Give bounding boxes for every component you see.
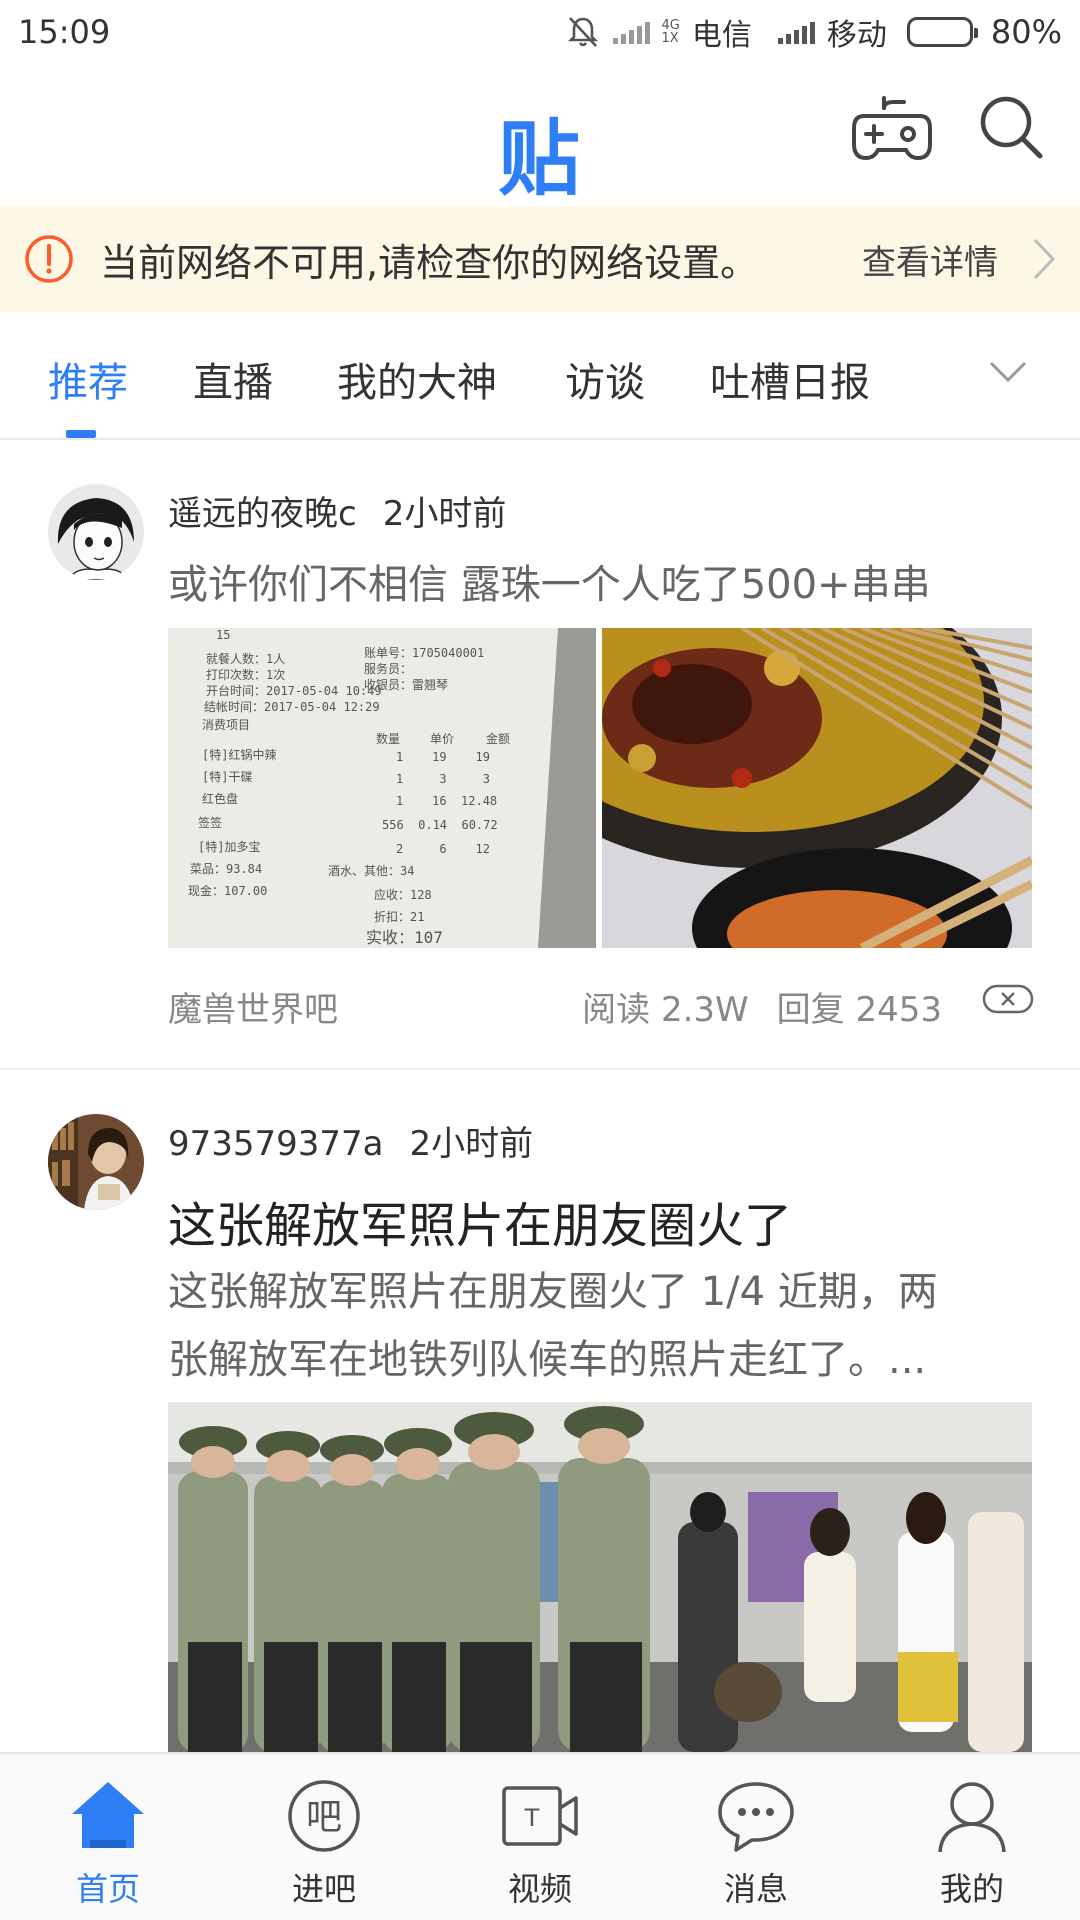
status-time: 15:09: [18, 13, 111, 51]
battery-icon: [906, 17, 978, 47]
receipt-line: 红色盘: [202, 792, 239, 806]
post-image-receipt[interactable]: 15 就餐人数：1人 账单号：1705040001 打印次数：1次 服务员： 收…: [168, 628, 596, 948]
receipt-line: 酒水、其他：34: [328, 864, 415, 878]
author-name[interactable]: 973579377a: [168, 1124, 384, 1164]
receipt-line: 实收：107: [366, 928, 443, 947]
receipt-line: 15: [216, 628, 231, 642]
status-indicators: 4G 1X 电信 移动 80%: [565, 10, 1062, 54]
receipt-line: [特]红锅中辣: [202, 748, 277, 762]
receipt-line: 现金：107.00: [188, 884, 268, 898]
tab-my-masters[interactable]: 我的大神: [337, 350, 497, 408]
signal-strength-2-icon: [777, 20, 815, 44]
receipt-line: 结帐时间：2017-05-04 12:29: [204, 700, 380, 714]
forum-name[interactable]: 魔兽世界吧: [168, 982, 338, 1031]
post-image-hotpot[interactable]: [602, 628, 1032, 948]
signal-strength-1-icon: [612, 20, 650, 44]
message-icon: [718, 1782, 794, 1852]
status-bar: 15:09 4G 1X 电信 移动 80%: [0, 0, 1080, 64]
post-stats: 阅读 2.3W 回复 2453: [582, 982, 942, 1031]
network-warning-message: 当前网络不可用,请检查你的网络设置。: [100, 240, 759, 285]
tab-rant-daily[interactable]: 吐槽日报: [710, 350, 870, 408]
receipt-line: 数量: [376, 732, 401, 746]
receipt-line: 1 19 19: [396, 750, 490, 764]
read-count: 阅读 2.3W: [582, 990, 749, 1030]
tieba-home-screen: 15:09 4G 1X 电信 移动 80% 贴 当前网络不可用,请检查你的网络设…: [0, 0, 1080, 1920]
nav-label: 我的: [939, 1870, 1004, 1908]
post-title[interactable]: 这张解放军照片在朋友圈火了: [168, 1186, 792, 1256]
author-name[interactable]: 遥远的夜晚c: [168, 494, 357, 534]
avatar[interactable]: [48, 484, 144, 580]
post-card[interactable]: 遥远的夜晚c 2小时前 或许你们不相信 露珠一个人吃了500+串串 15 就餐人数…: [0, 440, 1080, 1068]
receipt-line: [特]加多宝: [198, 840, 261, 854]
tab-interview[interactable]: 访谈: [565, 350, 645, 408]
receipt-line: 开台时间：2017-05-04 10:49: [206, 684, 382, 698]
nav-label: 首页: [75, 1870, 140, 1908]
post-meta: 遥远的夜晚c 2小时前: [168, 486, 506, 535]
receipt-line: 1 16 12.48: [396, 794, 498, 808]
post-title[interactable]: 或许你们不相信 露珠一个人吃了500+串串: [168, 552, 931, 610]
chevron-down-icon[interactable]: [988, 360, 1028, 384]
search-icon[interactable]: [978, 94, 1044, 160]
bottom-navigation: 首页 吧 进吧 T 视频 消息 我的: [0, 1752, 1080, 1920]
abstract-line: 张解放军在地铁列队候车的照片走红了。...: [168, 1337, 927, 1383]
category-tabs: 推荐 直播 我的大神 访谈 吐槽日报: [0, 312, 1080, 440]
video-icon: T: [502, 1786, 578, 1846]
receipt-line: 金额: [486, 732, 511, 746]
nav-video[interactable]: T 视频: [432, 1754, 648, 1920]
active-tab-indicator: [66, 430, 96, 438]
receipt-line: 2 6 12: [396, 842, 490, 856]
chevron-right-icon: [1033, 238, 1056, 280]
nav-label: 视频: [507, 1870, 572, 1908]
receipt-line: 单价: [430, 732, 455, 746]
post-time: 2小时前: [409, 1124, 534, 1164]
warning-icon: [25, 235, 73, 283]
nav-enter-forum[interactable]: 吧 进吧: [216, 1754, 432, 1920]
receipt-line: 556 0.14 60.72: [382, 818, 498, 832]
receipt-line: 消费项目: [202, 718, 251, 732]
post-image-soldiers[interactable]: [168, 1402, 1032, 1752]
post-meta: 973579377a 2小时前: [168, 1116, 533, 1165]
avatar[interactable]: [48, 1114, 144, 1210]
nav-label: 消息: [723, 1870, 788, 1908]
nav-profile[interactable]: 我的: [864, 1754, 1080, 1920]
gamepad-icon[interactable]: [850, 94, 934, 164]
view-details-link[interactable]: 查看详情: [862, 235, 998, 284]
receipt-line: 菜品：93.84: [190, 862, 263, 876]
video-glyph: T: [524, 1804, 540, 1832]
app-header: 贴: [0, 64, 1080, 207]
abstract-line: 这张解放军照片在朋友圈火了 1/4 近期，两: [168, 1269, 938, 1315]
carrier-2-name: 移动: [826, 18, 887, 53]
carrier-1-name: 电信: [691, 18, 752, 53]
post-time: 2小时前: [382, 494, 507, 534]
receipt-line: 打印次数：1次: [206, 668, 286, 682]
receipt-line: 签签: [198, 816, 223, 830]
enter-forum-icon: 吧: [288, 1780, 360, 1852]
receipt-line: 账单号：1705040001: [364, 646, 485, 660]
post-abstract[interactable]: 这张解放军照片在朋友圈火了 1/4 近期，两 张解放军在地铁列队候车的照片走红了…: [168, 1258, 1028, 1394]
receipt-line: [特]干碟: [202, 770, 253, 784]
reply-count: 回复 2453: [776, 990, 942, 1030]
receipt-line: 折扣：21: [374, 910, 425, 924]
dismiss-post-icon[interactable]: [982, 982, 1034, 1016]
receipt-line: 服务员：: [364, 662, 413, 676]
post-footer: 魔兽世界吧 阅读 2.3W 回复 2453: [168, 982, 1034, 1032]
profile-icon: [938, 1782, 1006, 1853]
nav-label: 进吧: [291, 1870, 356, 1908]
network-type-indicator: 4G 1X: [661, 18, 680, 46]
home-icon: [72, 1782, 144, 1848]
tab-live[interactable]: 直播: [193, 350, 273, 408]
mute-bell-icon: [567, 17, 598, 47]
nav-messages[interactable]: 消息: [648, 1754, 864, 1920]
enter-forum-glyph: 吧: [306, 1797, 342, 1838]
nav-home[interactable]: 首页: [0, 1754, 216, 1920]
receipt-line: 应收：128: [374, 888, 432, 902]
tab-recommend[interactable]: 推荐: [48, 350, 128, 408]
network-warning-banner[interactable]: 当前网络不可用,请检查你的网络设置。 查看详情: [0, 206, 1080, 312]
receipt-line: 就餐人数：1人: [206, 652, 286, 666]
receipt-line: 1 3 3: [396, 772, 490, 786]
battery-percent: 80%: [990, 13, 1062, 51]
